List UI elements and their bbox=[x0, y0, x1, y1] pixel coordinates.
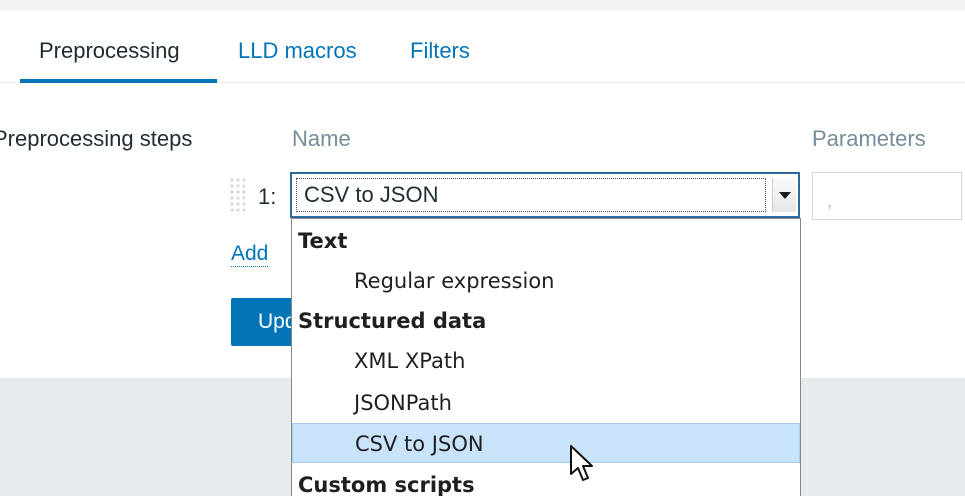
mouse-pointer-icon bbox=[570, 445, 593, 481]
preprocessing-steps-label: Preprocessing steps bbox=[0, 126, 193, 151]
preprocessing-type-dropdown: Text Regular expression Structured data … bbox=[291, 218, 801, 496]
step-number: 1: bbox=[258, 184, 277, 209]
parameters-input[interactable] bbox=[812, 172, 962, 220]
chevron-down-icon[interactable] bbox=[772, 178, 796, 212]
dropdown-option-regular-expression[interactable]: Regular expression bbox=[292, 261, 800, 301]
page: Preprocessing LLD macros Filters Preproc… bbox=[0, 0, 965, 496]
tab-preprocessing[interactable]: Preprocessing bbox=[39, 38, 180, 64]
tab-filters[interactable]: Filters bbox=[410, 38, 470, 64]
tab-lld-macros[interactable]: LLD macros bbox=[238, 38, 357, 64]
dropdown-option-csv-to-json[interactable]: CSV to JSON bbox=[292, 423, 800, 463]
name-column-header: Name bbox=[292, 126, 351, 151]
add-step-link[interactable]: Add bbox=[231, 242, 269, 267]
dropdown-group-structured-data: Structured data bbox=[298, 309, 487, 333]
preprocessing-type-select[interactable]: CSV to JSON bbox=[290, 172, 800, 218]
top-strip bbox=[0, 0, 965, 10]
active-tab-indicator bbox=[20, 79, 217, 83]
drag-handle-icon[interactable] bbox=[229, 177, 245, 215]
dropdown-group-text: Text bbox=[298, 229, 348, 253]
dropdown-option-jsonpath[interactable]: JSONPath bbox=[292, 383, 800, 423]
tab-bar: Preprocessing LLD macros Filters bbox=[0, 10, 965, 83]
dropdown-group-custom-scripts: Custom scripts bbox=[298, 473, 475, 496]
select-current-value: CSV to JSON bbox=[296, 178, 766, 212]
dropdown-option-xml-xpath[interactable]: XML XPath bbox=[292, 341, 800, 381]
parameters-column-header: Parameters bbox=[812, 126, 926, 151]
